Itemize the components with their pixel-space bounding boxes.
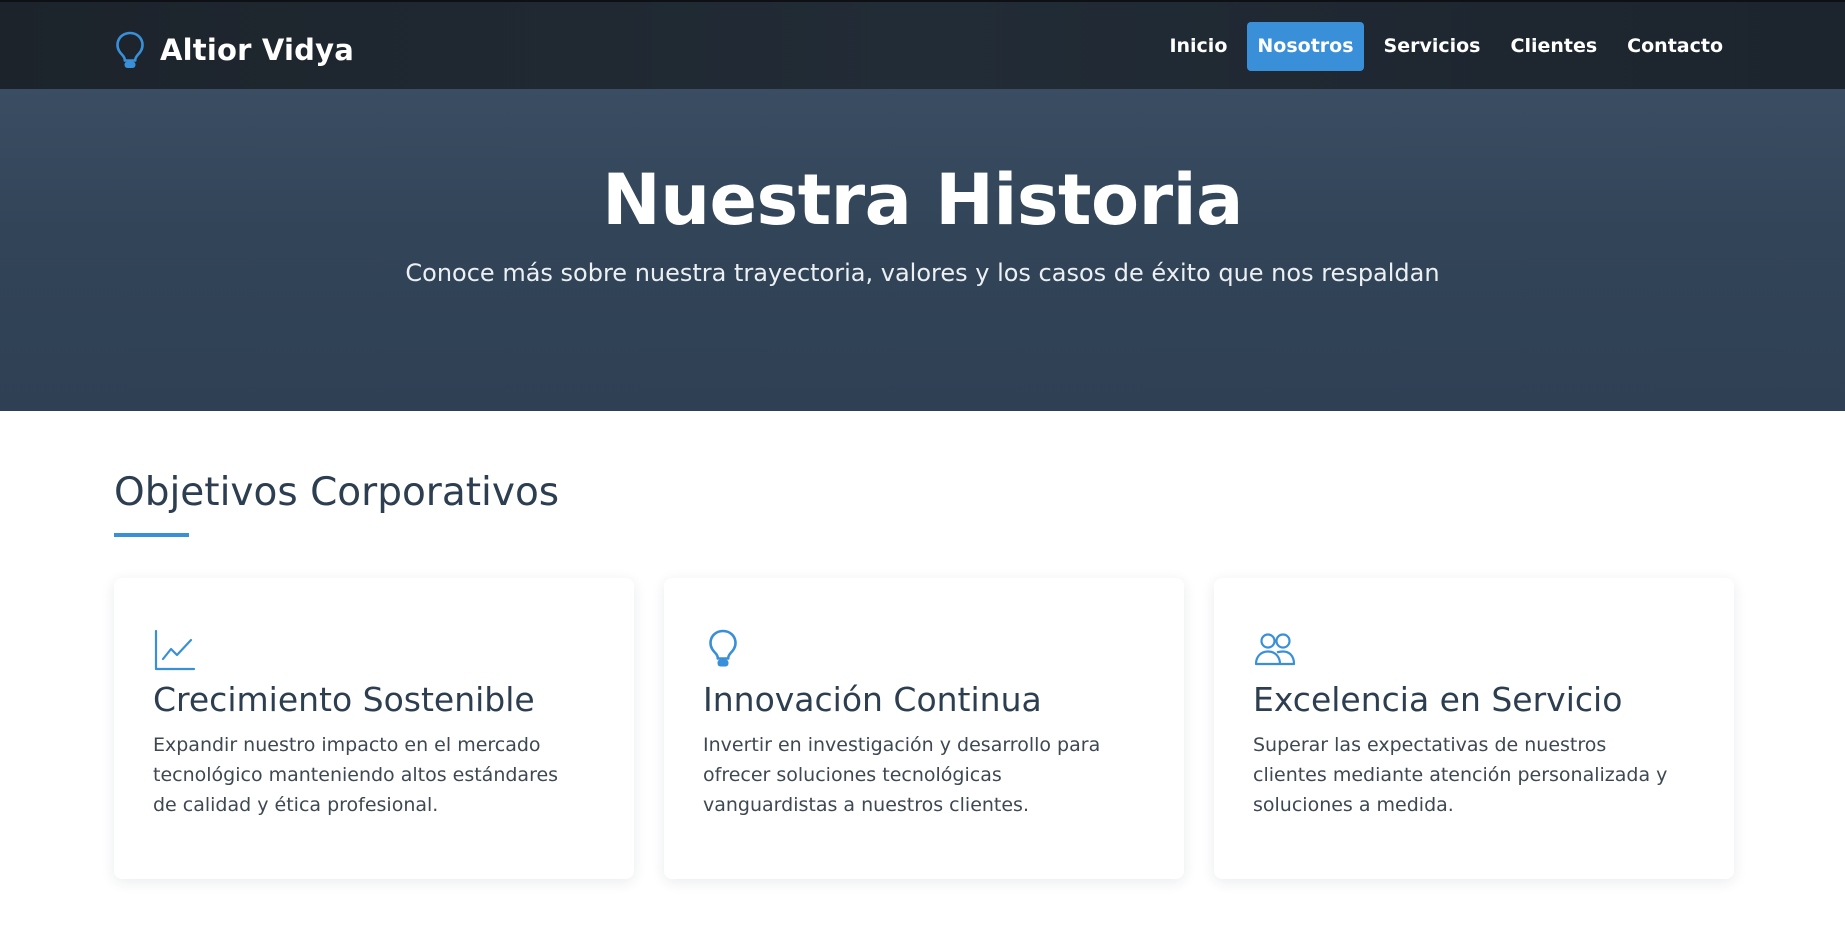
objective-card-excelencia: Excelencia en Servicio Superar las expec…: [1214, 578, 1734, 879]
hero-title: Nuestra Historia: [602, 159, 1243, 241]
card-text: Invertir en investigación y desarrollo p…: [703, 734, 1101, 816]
people-icon: [1254, 633, 1296, 666]
hero-subtitle: Conoce más sobre nuestra trayectoria, va…: [405, 259, 1440, 287]
brand-logo-link[interactable]: Altior Vidya: [114, 30, 354, 70]
hero-section: Nuestra Historia Conoce más sobre nuestr…: [0, 89, 1845, 411]
card-title: Excelencia en Servicio: [1253, 680, 1623, 719]
nav-link-inicio[interactable]: Inicio: [1159, 22, 1237, 71]
card-title: Innovación Continua: [703, 680, 1042, 719]
nav-link-servicios[interactable]: Servicios: [1374, 22, 1491, 71]
objective-card-innovacion: Innovación Continua Invertir en investig…: [664, 578, 1184, 879]
lightbulb-icon: [709, 629, 737, 667]
nav-link-clientes[interactable]: Clientes: [1501, 22, 1608, 71]
objectives-cards: Crecimiento Sostenible Expandir nuestro …: [114, 578, 1734, 879]
objective-card-crecimiento: Crecimiento Sostenible Expandir nuestro …: [114, 578, 634, 879]
nav-link-contacto[interactable]: Contacto: [1617, 22, 1733, 71]
main-nav: Inicio Nosotros Servicios Clientes Conta…: [1159, 22, 1733, 71]
card-text: Expandir nuestro impacto en el mercado t…: [153, 734, 559, 816]
chart-line-icon: [154, 629, 196, 671]
card-title: Crecimiento Sostenible: [153, 680, 535, 719]
brand-name: Altior Vidya: [160, 33, 355, 67]
navbar: Altior Vidya Inicio Nosotros Servicios C…: [0, 0, 1845, 89]
section-title: Objetivos Corporativos: [114, 470, 560, 515]
section-title-underline: [114, 533, 189, 537]
lightbulb-icon: [116, 31, 144, 68]
card-text: Superar las expectativas de nuestros cli…: [1253, 734, 1668, 816]
nav-link-nosotros[interactable]: Nosotros: [1247, 22, 1364, 71]
